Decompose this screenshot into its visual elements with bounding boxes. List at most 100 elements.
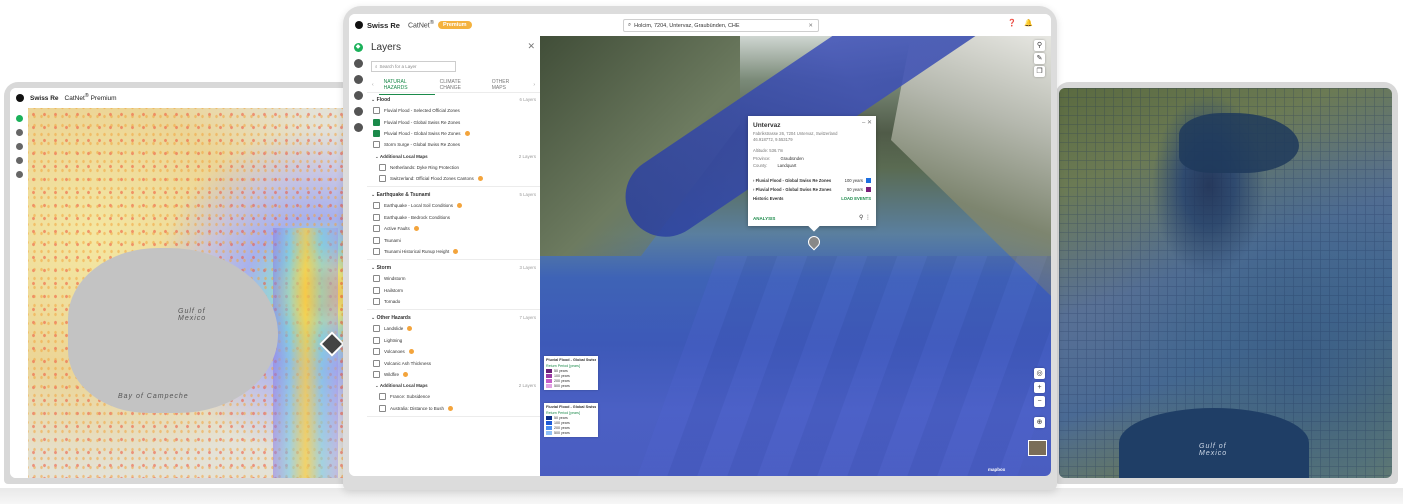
layer-item[interactable]: Tsunami xyxy=(367,234,540,245)
layer-item[interactable]: Earthquake - Bedrock Conditions xyxy=(367,212,540,223)
location-icon[interactable] xyxy=(353,75,363,84)
layer-checkbox[interactable] xyxy=(373,298,380,306)
layer-item[interactable]: Netherlands: Dyke Ring Protection xyxy=(367,162,540,173)
pin-actions-icon[interactable]: ⚲ ⋮ xyxy=(859,214,871,221)
info-icon[interactable] xyxy=(407,326,413,332)
map-3d-view[interactable]: Untervaz – ✕ Fabrikstrasse 26, 7204 Unte… xyxy=(540,36,1051,476)
left-map[interactable]: Gulf of Mexico Bay of Campeche xyxy=(28,108,352,478)
layer-item[interactable]: Tornado xyxy=(367,296,540,307)
layer-checkbox[interactable] xyxy=(379,404,386,412)
zoom-out-button[interactable]: − xyxy=(1034,396,1045,407)
layer-item[interactable]: Landslide xyxy=(367,323,540,334)
load-events-button[interactable]: LOAD EVENTS xyxy=(841,196,871,201)
popup-row[interactable]: › Pluvial Flood - Global Swiss Re Zones … xyxy=(753,187,871,192)
layer-checkbox[interactable] xyxy=(373,359,380,367)
layer-item[interactable]: Windstorm xyxy=(367,273,540,284)
location-search[interactable]: ⌕ Holcim, 7204, Untervaz, Graubünden, CH… xyxy=(623,19,819,32)
clear-search-icon[interactable]: ✕ xyxy=(808,23,813,29)
tab-natural-hazards[interactable]: NATURAL HAZARDS xyxy=(378,79,435,95)
close-icon[interactable]: ✕ xyxy=(527,41,535,52)
popup-row[interactable]: › Fluvial Flood - Global Swiss Re Zones … xyxy=(753,178,871,183)
info-icon[interactable] xyxy=(453,248,459,254)
layer-item[interactable]: Lightning xyxy=(367,335,540,346)
layer-checkbox[interactable] xyxy=(373,118,380,126)
layer-category[interactable]: ⌄ Earthquake & Tsunami 5 Layers xyxy=(367,189,540,200)
layer-checkbox[interactable] xyxy=(379,393,386,401)
layer-checkbox[interactable] xyxy=(373,336,380,344)
layer-checkbox[interactable] xyxy=(373,213,380,221)
zoom-in-button[interactable]: + xyxy=(1034,382,1045,393)
layer-checkbox[interactable] xyxy=(379,175,386,183)
compass-icon[interactable]: ⊕ xyxy=(1034,417,1045,428)
layer-item[interactable]: France: Subsidence xyxy=(367,391,540,402)
analysis-icon[interactable] xyxy=(15,129,23,136)
layer-item[interactable]: Fluvial Flood - Selected Official Zones xyxy=(367,105,540,116)
layer-checkbox[interactable] xyxy=(373,107,380,115)
layer-label: Pluvial Flood - Global Swiss Re Zones xyxy=(384,130,461,136)
portfolio-icon[interactable] xyxy=(353,107,363,116)
notification-bell-icon[interactable]: 🔔 xyxy=(1024,19,1033,27)
layer-item[interactable]: Australia: Distance to Bush xyxy=(367,403,540,414)
pin-tool-icon[interactable]: ⚲ xyxy=(1034,40,1045,51)
settings-icon[interactable] xyxy=(15,171,23,178)
chevron-right-icon[interactable]: › xyxy=(528,82,540,88)
layer-checkbox[interactable] xyxy=(373,286,380,294)
draw-tool-icon[interactable]: ✎ xyxy=(1034,53,1045,64)
analysis-icon[interactable] xyxy=(353,59,363,68)
subgroup-count: 2 Layers xyxy=(518,153,536,159)
help-icon[interactable]: ❓ xyxy=(1008,19,1017,27)
settings-icon[interactable] xyxy=(353,123,363,132)
layer-item[interactable]: Pluvial Flood - Global Swiss Re Zones xyxy=(367,128,540,139)
layer-checkbox[interactable] xyxy=(373,225,380,233)
layer-category[interactable]: ⌄ Flood 6 Layers xyxy=(367,94,540,105)
layer-checkbox[interactable] xyxy=(379,163,386,171)
popup-close-icon[interactable]: – ✕ xyxy=(862,119,872,126)
info-icon[interactable] xyxy=(413,226,419,232)
layer-item[interactable]: Fluvial Flood - Global Swiss Re Zones xyxy=(367,116,540,127)
info-icon[interactable] xyxy=(448,405,454,411)
layers-icon[interactable]: ◆ xyxy=(353,43,363,52)
info-icon[interactable] xyxy=(477,176,483,182)
layer-item[interactable]: Earthquake - Local Soil Conditions xyxy=(367,200,540,211)
layer-category[interactable]: ⌄ Other Hazards 7 Layers xyxy=(367,312,540,323)
location-pin-icon[interactable] xyxy=(805,233,823,251)
layer-search-input[interactable]: ⌕ Search for a Layer xyxy=(371,61,456,72)
layer-item[interactable]: Volcanic Ash Thickness xyxy=(367,357,540,368)
layer-item[interactable]: Tsunami Historical Runup Height xyxy=(367,246,540,257)
location-popup: Untervaz – ✕ Fabrikstrasse 26, 7204 Unte… xyxy=(748,116,876,226)
layer-item[interactable]: Wildfire xyxy=(367,369,540,380)
tab-other-maps[interactable]: OTHER MAPS xyxy=(487,79,529,91)
location-icon[interactable] xyxy=(15,143,23,150)
layer-item[interactable]: Active Faults xyxy=(367,223,540,234)
layer-checkbox[interactable] xyxy=(373,325,380,333)
info-icon[interactable] xyxy=(408,349,414,355)
layer-checkbox[interactable] xyxy=(373,202,380,210)
layer-item[interactable]: Volcanoes xyxy=(367,346,540,357)
layer-checkbox[interactable] xyxy=(373,370,380,378)
layer-checkbox[interactable] xyxy=(373,236,380,244)
chart-icon[interactable] xyxy=(15,157,23,164)
right-map[interactable]: Gulf of Mexico xyxy=(1059,88,1392,478)
layers-toggle-icon[interactable]: ❐ xyxy=(1034,66,1045,77)
layer-subgroup[interactable]: ⌄ Additional Local Maps 2 Layers xyxy=(367,151,540,162)
info-icon[interactable] xyxy=(457,203,463,209)
layer-item[interactable]: Switzerland: Official Flood Zones Canton… xyxy=(367,173,540,184)
layer-checkbox[interactable] xyxy=(373,141,380,149)
chevron-left-icon[interactable]: ‹ xyxy=(367,82,379,88)
info-icon[interactable] xyxy=(464,130,470,136)
layer-item[interactable]: Storm Surge - Global Swiss Re Zones xyxy=(367,139,540,150)
layer-checkbox[interactable] xyxy=(373,247,380,255)
layer-checkbox[interactable] xyxy=(373,348,380,356)
info-icon[interactable] xyxy=(403,371,409,377)
layer-checkbox[interactable] xyxy=(373,129,380,137)
terrain-toggle[interactable] xyxy=(1028,440,1047,456)
layer-subgroup[interactable]: ⌄ Additional Local Maps 2 Layers xyxy=(367,380,540,391)
layers-icon[interactable] xyxy=(15,115,23,122)
layer-item[interactable]: Hailstorm xyxy=(367,285,540,296)
chart-icon[interactable] xyxy=(353,91,363,100)
analysis-button[interactable]: ANALYSIS xyxy=(753,216,775,221)
locate-icon[interactable]: ◎ xyxy=(1034,368,1045,379)
tab-climate-change[interactable]: CLIMATE CHANGE xyxy=(435,79,487,91)
layer-checkbox[interactable] xyxy=(373,275,380,283)
layer-category[interactable]: ⌄ Storm 3 Layers xyxy=(367,262,540,273)
